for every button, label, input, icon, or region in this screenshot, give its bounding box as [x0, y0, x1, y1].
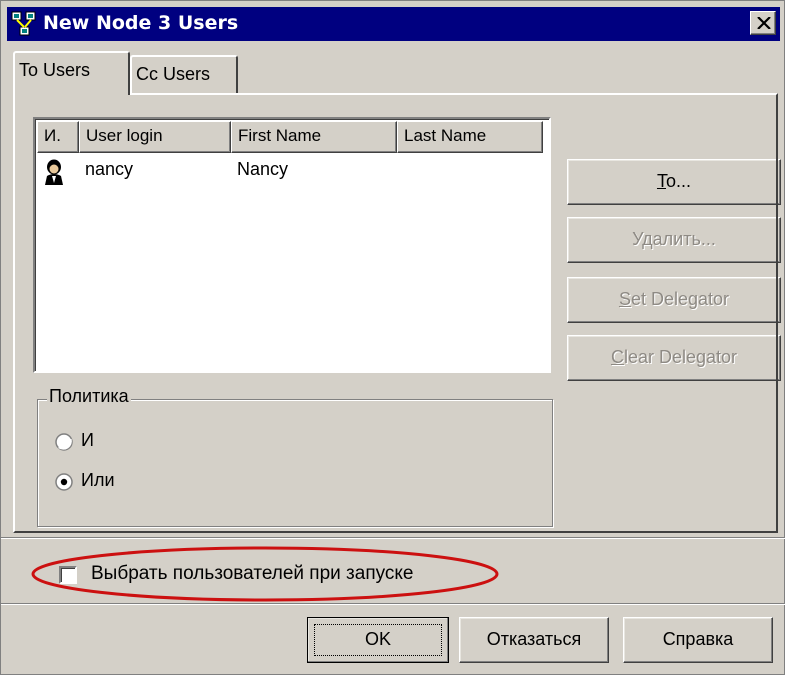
- close-button[interactable]: [750, 11, 776, 35]
- tab-to-users[interactable]: To Users: [13, 51, 130, 95]
- users-dialog: New Node 3 Users To Users Cc Users И. Us…: [0, 0, 785, 675]
- tab-panel: [13, 93, 778, 533]
- tab-to-users-label: To Users: [19, 60, 91, 80]
- focus-rectangle: [314, 624, 442, 656]
- cancel-button-label: Отказаться: [486, 629, 582, 649]
- highlight-ellipse: [31, 546, 499, 602]
- title-bar[interactable]: New Node 3 Users: [7, 7, 780, 41]
- close-icon: [757, 17, 771, 29]
- cancel-button[interactable]: Отказаться: [459, 617, 609, 663]
- window-title: New Node 3 Users: [43, 12, 239, 34]
- separator-top: [1, 537, 785, 539]
- ok-button[interactable]: OK: [307, 617, 449, 663]
- help-button[interactable]: Справка: [623, 617, 773, 663]
- tab-cc-users-label: Cc Users: [136, 64, 211, 84]
- help-button-label: Справка: [662, 629, 734, 649]
- network-nodes-icon: [11, 11, 36, 36]
- tab-cc-users[interactable]: Cc Users: [130, 55, 238, 93]
- separator-bottom: [1, 603, 785, 605]
